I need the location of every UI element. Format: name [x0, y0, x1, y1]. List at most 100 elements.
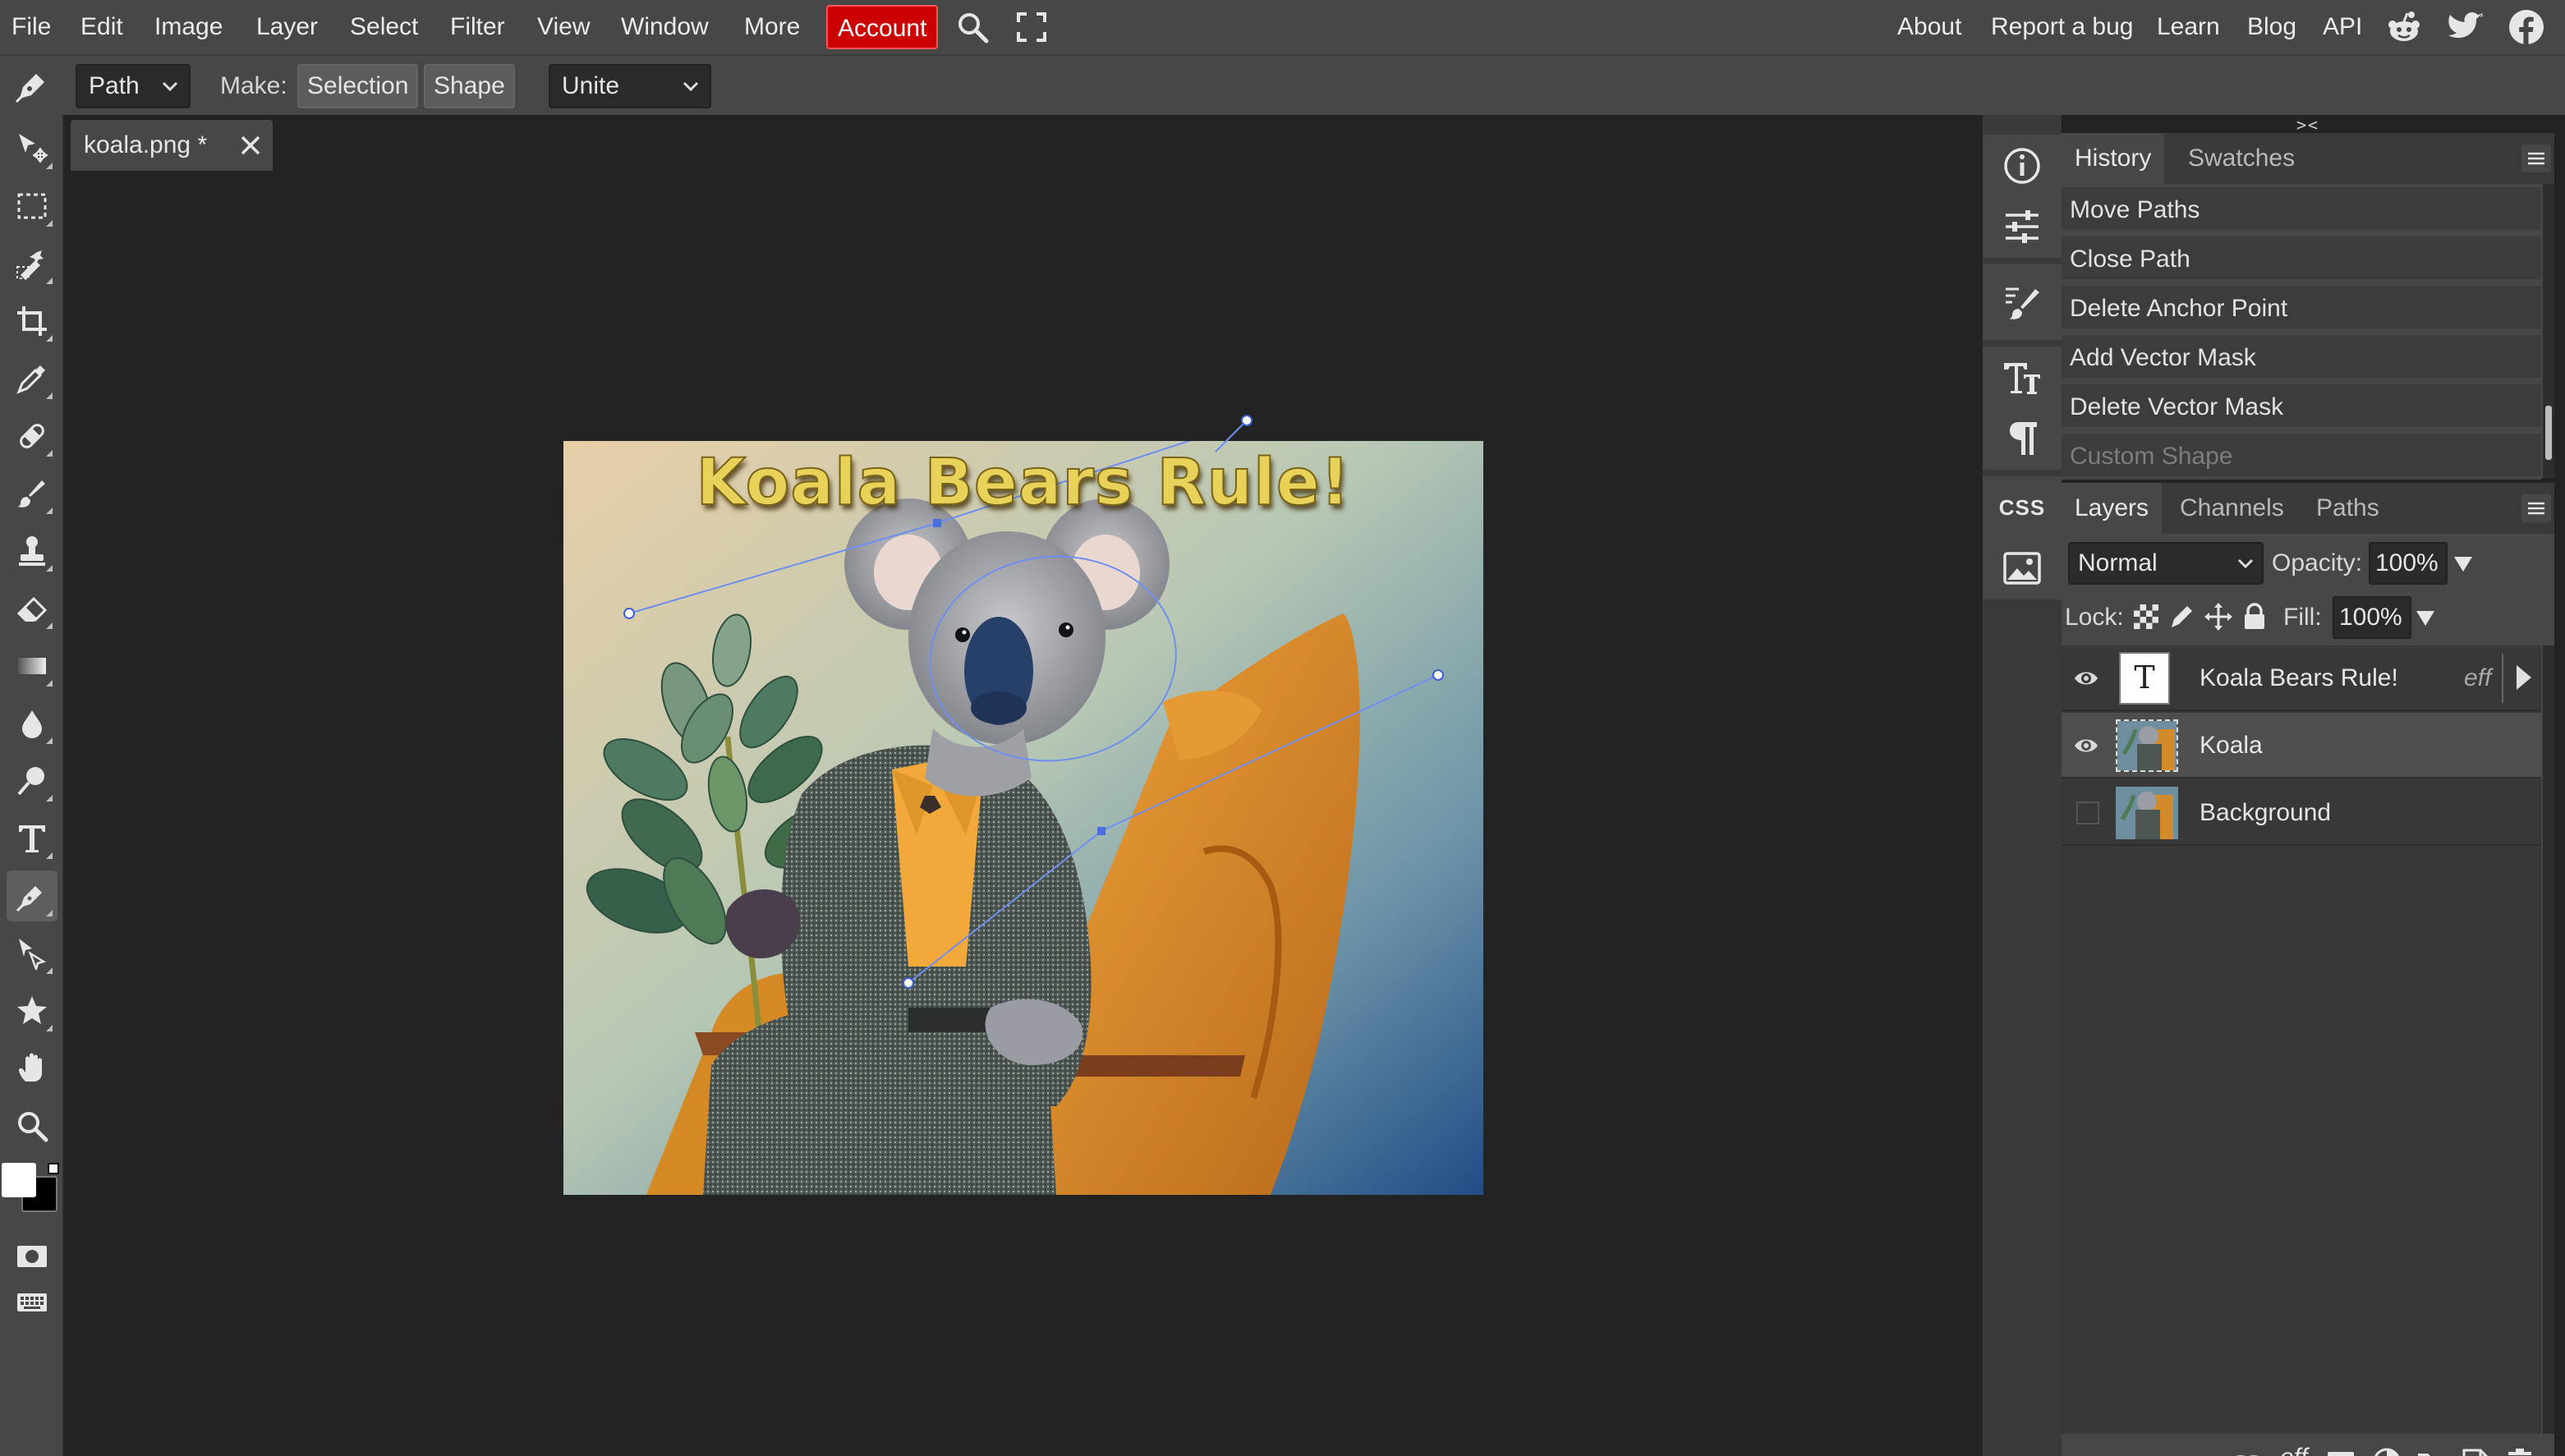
opacity-dropdown-icon[interactable]: [2454, 557, 2472, 572]
menu-select[interactable]: Select: [350, 0, 418, 54]
lock-position-icon[interactable]: [2204, 603, 2232, 631]
add-effect-button[interactable]: eff: [2280, 1444, 2307, 1456]
fill-dropdown-icon[interactable]: [2416, 611, 2434, 626]
path-select-tool[interactable]: [7, 928, 57, 979]
crop-tool[interactable]: [7, 296, 57, 347]
menu-filter[interactable]: Filter: [450, 0, 505, 54]
dodge-tool[interactable]: [7, 756, 57, 806]
history-item[interactable]: Move Paths: [2062, 187, 2541, 233]
reddit-icon[interactable]: [2385, 11, 2423, 44]
brush-tool[interactable]: [7, 468, 57, 519]
default-colors-icon[interactable]: [48, 1163, 59, 1174]
make-selection-button[interactable]: Selection: [297, 64, 419, 108]
document-canvas[interactable]: Koala Bears Rule!: [563, 441, 1483, 1195]
history-item[interactable]: Close Path: [2062, 237, 2541, 282]
expand-effects-icon[interactable]: [2517, 665, 2531, 690]
eye-icon[interactable]: [2073, 733, 2099, 759]
tab-history[interactable]: History: [2062, 133, 2165, 184]
layer-row-background[interactable]: Background: [2062, 780, 2541, 846]
tab-layers[interactable]: Layers: [2062, 483, 2163, 534]
link-learn[interactable]: Learn: [2157, 0, 2220, 54]
menu-file[interactable]: File: [11, 0, 51, 54]
menu-edit[interactable]: Edit: [80, 0, 123, 54]
adjustment-layer-icon[interactable]: [2372, 1447, 2402, 1456]
css-icon[interactable]: CSS: [1983, 488, 2062, 527]
history-item[interactable]: Add Vector Mask: [2062, 335, 2541, 381]
fullscreen-icon[interactable]: [1015, 11, 1048, 44]
tab-swatches[interactable]: Swatches: [2175, 133, 2308, 184]
character-icon[interactable]: [2002, 358, 2042, 397]
menu-more[interactable]: More: [744, 0, 800, 54]
visibility-checkbox[interactable]: [2076, 801, 2099, 824]
history-panel-menu[interactable]: [2521, 145, 2551, 172]
search-icon[interactable]: [956, 11, 989, 44]
make-shape-button[interactable]: Shape: [424, 64, 515, 108]
history-scrollbar[interactable]: [2543, 184, 2554, 478]
close-icon[interactable]: [238, 133, 263, 158]
menu-image[interactable]: Image: [154, 0, 223, 54]
quick-mask-tool[interactable]: [7, 1230, 57, 1281]
link-report-bug[interactable]: Report a bug: [1991, 0, 2133, 54]
brush-settings-icon[interactable]: [2002, 282, 2042, 322]
path-operation-select[interactable]: Unite: [549, 64, 711, 108]
menu-layer[interactable]: Layer: [256, 0, 318, 54]
lock-transparency-icon[interactable]: [2132, 603, 2160, 631]
keyboard-tool[interactable]: [7, 1276, 57, 1327]
facebook-icon[interactable]: [2508, 9, 2544, 45]
zoom-tool[interactable]: [7, 1100, 57, 1151]
history-item[interactable]: Custom Shape: [2062, 434, 2541, 480]
eraser-tool[interactable]: [7, 583, 57, 634]
eyedropper-tool[interactable]: [7, 353, 57, 404]
blur-tool[interactable]: [7, 698, 57, 749]
document-tab[interactable]: koala.png *: [71, 120, 273, 171]
menu-view[interactable]: View: [537, 0, 590, 54]
tab-channels[interactable]: Channels: [2167, 483, 2297, 534]
lock-all-icon[interactable]: [2241, 603, 2269, 631]
gradient-tool[interactable]: [7, 641, 57, 691]
paragraph-icon[interactable]: [2002, 419, 2042, 458]
add-mask-icon[interactable]: [2326, 1447, 2356, 1456]
link-blog[interactable]: Blog: [2247, 0, 2296, 54]
pen-tool[interactable]: [7, 870, 57, 921]
folder-icon[interactable]: [2416, 1447, 2446, 1456]
menu-window[interactable]: Window: [621, 0, 709, 54]
lock-pixels-icon[interactable]: [2168, 603, 2196, 631]
layers-panel-menu[interactable]: [2521, 494, 2551, 522]
tab-paths[interactable]: Paths: [2303, 483, 2393, 534]
hand-icon: [19, 1053, 42, 1082]
quick-select-tool[interactable]: [7, 238, 57, 289]
move-tool[interactable]: [7, 123, 57, 174]
image-icon[interactable]: [2002, 549, 2042, 588]
eye-icon[interactable]: [2073, 665, 2099, 691]
type-tool[interactable]: [7, 813, 57, 864]
collapse-right-button[interactable]: ><: [2296, 115, 2319, 135]
healing-tool[interactable]: [7, 411, 57, 462]
link-icon[interactable]: [2232, 1447, 2262, 1456]
history-scrollbar-thumb[interactable]: [2545, 406, 2552, 460]
path-handle-point[interactable]: [1215, 411, 1265, 452]
history-item[interactable]: Delete Anchor Point: [2062, 286, 2541, 332]
account-button[interactable]: Account: [826, 5, 939, 49]
layer-effects-badge[interactable]: eff: [2464, 645, 2491, 711]
layer-row-koala[interactable]: Koala: [2062, 713, 2541, 779]
new-layer-icon[interactable]: [2461, 1447, 2490, 1456]
marquee-tool[interactable]: [7, 181, 57, 232]
layer-row-text[interactable]: T Koala Bears Rule! eff: [2062, 645, 2541, 711]
path-mode-select[interactable]: Path: [76, 64, 191, 108]
fill-input[interactable]: 100%: [2333, 596, 2411, 639]
color-swatches[interactable]: [0, 1163, 64, 1220]
trash-icon[interactable]: [2505, 1447, 2535, 1456]
info-icon[interactable]: [2002, 146, 2042, 186]
opacity-input[interactable]: 100%: [2369, 542, 2448, 585]
adjustments-icon[interactable]: [2002, 207, 2042, 246]
link-about[interactable]: About: [1897, 0, 1961, 54]
layers-scrollbar[interactable]: [2543, 645, 2554, 1434]
clone-stamp-tool[interactable]: [7, 526, 57, 576]
custom-shape-tool[interactable]: [7, 985, 57, 1036]
foreground-color[interactable]: [2, 1163, 36, 1197]
twitter-icon[interactable]: [2448, 11, 2485, 44]
link-api[interactable]: API: [2323, 0, 2362, 54]
hand-tool[interactable]: [7, 1043, 57, 1094]
history-item[interactable]: Delete Vector Mask: [2062, 384, 2541, 430]
blend-mode-select[interactable]: Normal: [2068, 542, 2264, 585]
